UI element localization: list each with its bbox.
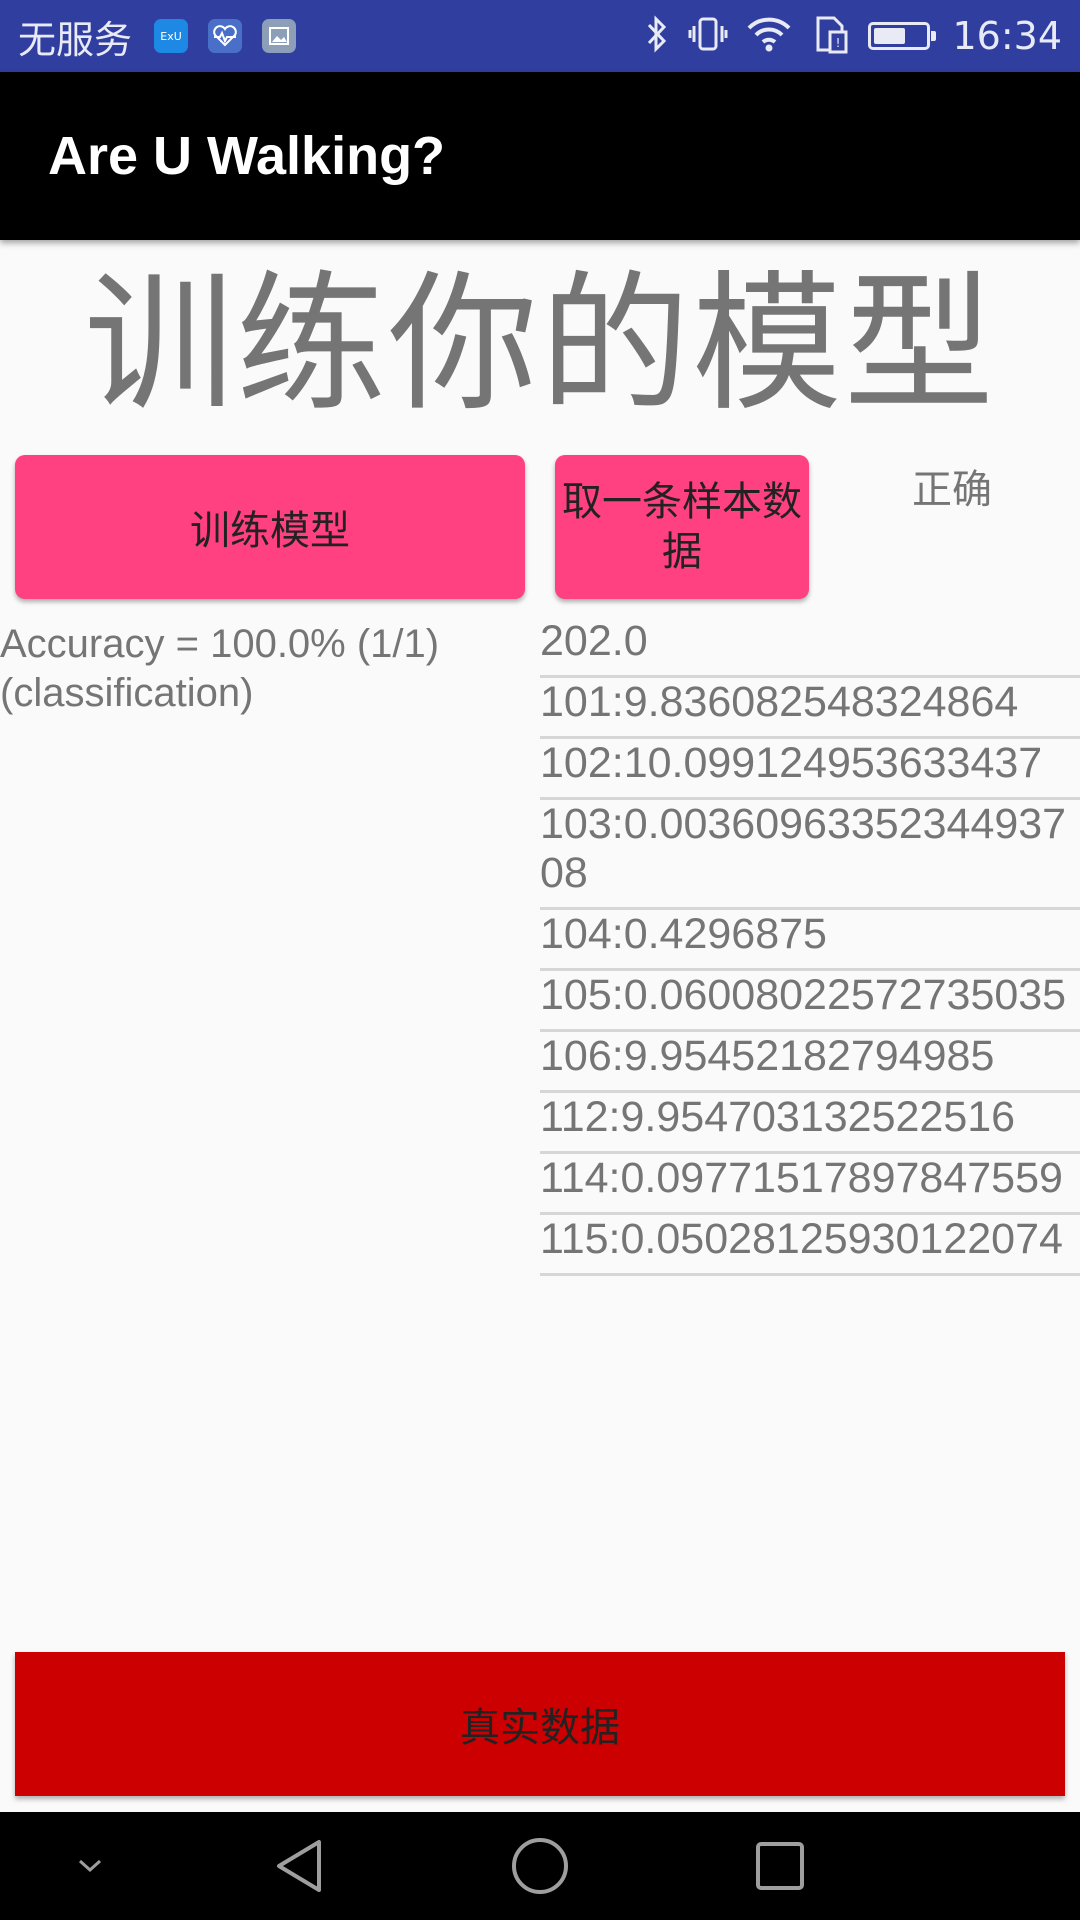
- carrier-label: 无服务: [18, 17, 133, 62]
- train-model-button[interactable]: 训练模型: [15, 455, 525, 599]
- battery-level-fill: [874, 28, 906, 44]
- app-title: Are U Walking?: [48, 126, 446, 186]
- data-row: 115:0.05028125930122074: [540, 1215, 1080, 1276]
- home-icon[interactable]: [490, 1812, 590, 1920]
- recents-icon[interactable]: [730, 1812, 830, 1920]
- data-row: 103:0.0036096335234493708: [540, 800, 1080, 910]
- svg-text:!: !: [836, 36, 841, 50]
- data-row: 101:9.836082548324864: [540, 678, 1080, 739]
- result-label: 正确: [912, 467, 992, 513]
- data-row: 114:0.09771517897847559: [540, 1154, 1080, 1215]
- sim-icon: !: [810, 14, 850, 58]
- data-row: 112:9.954703132522516: [540, 1093, 1080, 1154]
- clock: 16:34: [952, 14, 1062, 58]
- vibrate-icon: [688, 14, 728, 58]
- status-bar: 无服务 ExU ! 16:34: [0, 0, 1080, 72]
- sample-data-list: 202.0 101:9.836082548324864 102:10.09912…: [540, 617, 1080, 1276]
- gallery-app-icon: [262, 19, 297, 53]
- exu-app-icon: ExU: [154, 19, 189, 53]
- health-app-icon: [208, 19, 243, 53]
- wifi-icon: [746, 14, 792, 58]
- chevron-down-icon[interactable]: [40, 1812, 140, 1920]
- data-row: 104:0.4296875: [540, 910, 1080, 971]
- data-row: 202.0: [540, 617, 1080, 678]
- data-row: 105:0.0600802257273503​5: [540, 971, 1080, 1032]
- data-row: 102:10.099124953633437: [540, 739, 1080, 800]
- get-sample-button[interactable]: 取一条样本数据: [555, 455, 809, 599]
- data-row: 106:9.95452182794985: [540, 1032, 1080, 1093]
- battery-icon: [868, 22, 937, 50]
- app-bar: Are U Walking?: [0, 72, 1080, 240]
- real-data-button[interactable]: 真实数据: [15, 1652, 1065, 1796]
- accuracy-text: Accuracy = 100.0% (1/1) (classification): [0, 622, 440, 715]
- page-heading: 训练你的模型: [83, 258, 996, 432]
- bluetooth-icon: [644, 14, 670, 58]
- navigation-bar: [0, 1812, 1080, 1920]
- back-icon[interactable]: [250, 1812, 350, 1920]
